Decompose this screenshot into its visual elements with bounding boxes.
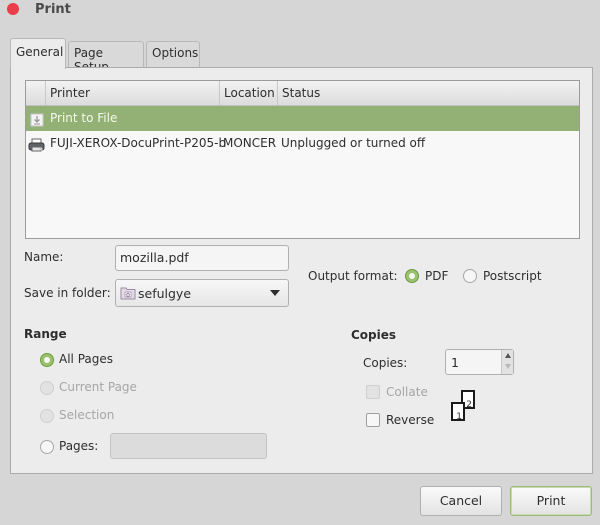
column-header-status[interactable]: Status: [277, 81, 579, 105]
range-selection-radio[interactable]: [40, 409, 54, 423]
reverse-checkbox[interactable]: [366, 413, 380, 427]
chevron-down-icon: [270, 290, 280, 296]
printer-name: Print to File: [50, 111, 118, 125]
range-pages-radio[interactable]: [40, 440, 54, 454]
print-button[interactable]: Print: [510, 486, 592, 516]
home-folder-icon: [120, 286, 136, 303]
tab-page-setup[interactable]: Page Setup: [68, 41, 144, 74]
printer-row-fuji-xerox[interactable]: FUJI-XEROX-DocuPrint-P205-b MONCER Unplu…: [26, 131, 579, 156]
printer-icon: [28, 136, 45, 152]
copies-spinner[interactable]: 1: [445, 349, 514, 375]
collate-checkbox[interactable]: [366, 385, 380, 399]
copies-heading: Copies: [351, 328, 397, 342]
column-header-location[interactable]: Location: [219, 81, 277, 105]
range-selection-label: Selection: [59, 408, 115, 422]
printer-list[interactable]: Printer Location Status Print to File FU…: [25, 80, 580, 239]
pages-range-input[interactable]: [110, 433, 267, 459]
range-pages-label[interactable]: Pages:: [59, 439, 98, 453]
file-name-input[interactable]: mozilla.pdf: [115, 245, 289, 271]
tab-options[interactable]: Options: [146, 41, 200, 68]
printer-name: FUJI-XEROX-DocuPrint-P205-b: [50, 136, 227, 150]
printer-location: MONCER: [223, 136, 277, 150]
range-all-pages-label[interactable]: All Pages: [59, 352, 113, 366]
folder-name: sefulgye: [138, 286, 192, 301]
save-in-folder-label: Save in folder:: [24, 286, 111, 300]
collate-label: Collate: [386, 385, 428, 399]
decrement-arrow-icon[interactable]: [505, 364, 511, 369]
page-order-preview: 2 1: [449, 390, 481, 430]
range-current-page-label: Current Page: [59, 380, 137, 394]
range-heading: Range: [24, 327, 67, 341]
copies-stepper: [501, 350, 513, 374]
output-format-label: Output format:: [308, 269, 398, 283]
copies-value[interactable]: 1: [451, 355, 459, 370]
output-format-postscript-radio[interactable]: [463, 269, 477, 283]
icon-column-header[interactable]: [26, 81, 45, 105]
printer-status: Unplugged or turned off: [281, 136, 426, 150]
page-sheet-front: 1: [451, 402, 465, 422]
range-current-page-radio[interactable]: [40, 381, 54, 395]
column-header-printer[interactable]: Printer: [45, 81, 219, 105]
output-format-postscript-label[interactable]: Postscript: [483, 269, 542, 283]
output-format-pdf-radio[interactable]: [405, 269, 419, 283]
tab-general[interactable]: General: [10, 38, 66, 69]
close-window-button[interactable]: [7, 3, 19, 15]
cancel-button[interactable]: Cancel: [420, 486, 502, 516]
increment-arrow-icon[interactable]: [505, 353, 511, 358]
window-title: Print: [35, 2, 71, 17]
save-in-folder-select[interactable]: sefulgye: [115, 279, 289, 307]
reverse-label[interactable]: Reverse: [386, 413, 434, 427]
range-all-pages-radio[interactable]: [40, 353, 54, 367]
copies-label: Copies:: [363, 356, 408, 370]
general-tab-panel: Printer Location Status Print to File FU…: [10, 67, 593, 474]
printer-row-print-to-file[interactable]: Print to File: [26, 106, 579, 131]
title-bar: Print: [0, 0, 600, 24]
name-label: Name:: [24, 250, 64, 264]
output-format-pdf-label[interactable]: PDF: [425, 269, 448, 283]
print-to-file-icon: [30, 111, 44, 127]
printer-list-header: Printer Location Status: [26, 81, 579, 106]
